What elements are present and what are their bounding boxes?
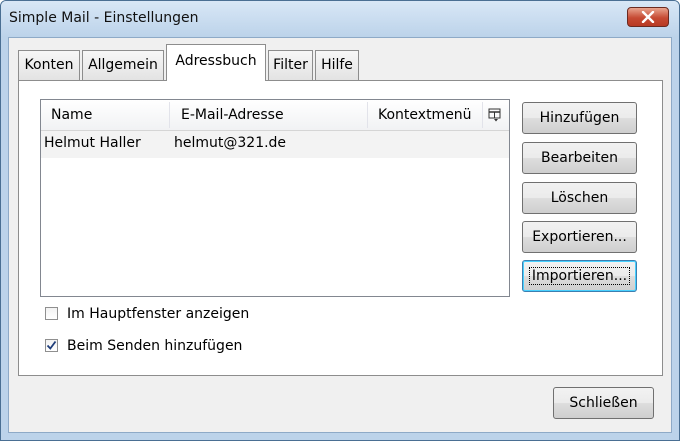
checkmark-icon xyxy=(46,340,57,350)
tab-filter[interactable]: Filter xyxy=(268,50,313,80)
column-divider[interactable] xyxy=(482,102,483,128)
add-on-send-checkbox[interactable] xyxy=(45,339,58,352)
close-button[interactable]: Schließen xyxy=(553,387,654,419)
addressbook-panel: Name E-Mail-Adresse Kontextmenü Helmut H… xyxy=(18,80,663,376)
column-header-email[interactable]: E-Mail-Adresse xyxy=(181,100,284,130)
option-add-on-send[interactable]: Beim Senden hinzufügen xyxy=(45,337,345,357)
tab-adressbuch[interactable]: Adressbuch xyxy=(166,44,266,81)
import-button[interactable]: Importieren... xyxy=(522,260,637,292)
close-window-button[interactable] xyxy=(627,7,669,27)
delete-button[interactable]: Löschen xyxy=(522,182,637,214)
tab-allgemein[interactable]: Allgemein xyxy=(82,50,164,80)
tab-hilfe[interactable]: Hilfe xyxy=(315,50,359,80)
column-divider[interactable] xyxy=(367,102,368,128)
show-in-main-label[interactable]: Im Hauptfenster anzeigen xyxy=(67,305,249,323)
column-header-context[interactable]: Kontextmenü xyxy=(378,100,472,130)
window-title: Simple Mail - Einstellungen xyxy=(9,10,199,26)
export-button[interactable]: Exportieren... xyxy=(522,221,637,253)
dialog-body: Konten Allgemein Adressbuch Filter Hilfe… xyxy=(8,37,672,433)
add-on-send-label[interactable]: Beim Senden hinzufügen xyxy=(67,337,242,355)
table-row[interactable]: Helmut Haller helmut@321.de xyxy=(41,131,509,158)
add-button[interactable]: Hinzufügen xyxy=(522,102,637,134)
close-icon xyxy=(641,11,655,23)
column-header-name[interactable]: Name xyxy=(51,100,92,130)
settings-window: Simple Mail - Einstellungen Konten Allge… xyxy=(0,0,680,441)
title-bar[interactable]: Simple Mail - Einstellungen xyxy=(1,1,679,37)
list-header: Name E-Mail-Adresse Kontextmenü xyxy=(41,100,509,131)
column-chooser-icon[interactable] xyxy=(488,108,502,126)
cell-email: helmut@321.de xyxy=(174,135,287,151)
option-show-in-main[interactable]: Im Hauptfenster anzeigen xyxy=(45,305,345,325)
show-in-main-checkbox[interactable] xyxy=(45,307,58,320)
column-divider[interactable] xyxy=(169,102,170,128)
edit-button[interactable]: Bearbeiten xyxy=(522,142,637,174)
tab-konten[interactable]: Konten xyxy=(18,50,80,80)
cell-name: Helmut Haller xyxy=(44,135,141,151)
address-list[interactable]: Name E-Mail-Adresse Kontextmenü Helmut H… xyxy=(40,99,510,297)
